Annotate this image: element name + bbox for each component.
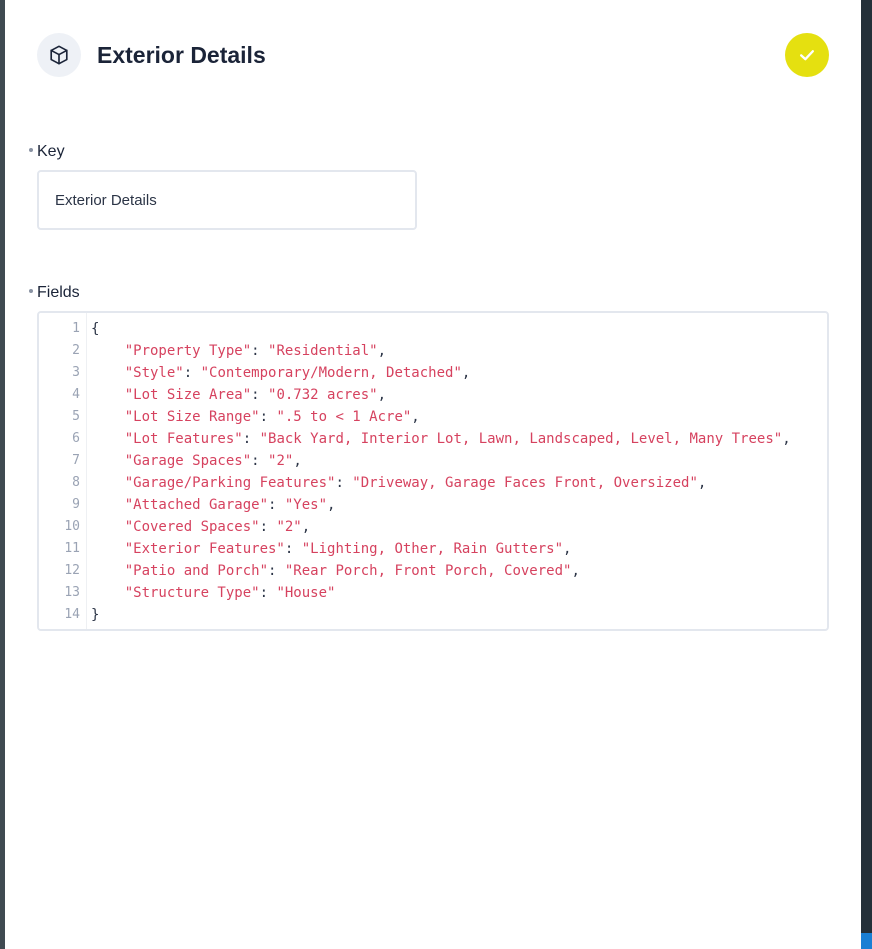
line-number: 6 (72, 431, 80, 446)
json-value: "Lighting, Other, Rain Gutters" (301, 541, 564, 557)
confirm-button[interactable] (785, 33, 829, 77)
code-line: "Attached Garage": "Yes", (124, 497, 336, 513)
json-key: "Structure Type" (124, 585, 260, 601)
json-value: "Residential" (268, 343, 378, 359)
cube-icon (37, 33, 81, 77)
code-line: "Patio and Porch": "Rear Porch, Front Po… (124, 563, 580, 579)
key-input[interactable] (37, 170, 417, 230)
key-label: Key (29, 142, 65, 162)
json-value: "Contemporary/Modern, Detached" (200, 365, 462, 381)
page-title: Exterior Details (97, 42, 266, 68)
code-content[interactable]: { "Property Type": "Residential", "Style… (91, 318, 827, 626)
json-value: "Driveway, Garage Faces Front, Oversized… (352, 475, 698, 491)
line-number: 1 (72, 321, 80, 336)
line-number: 8 (72, 475, 80, 490)
json-value: "Yes" (284, 497, 328, 513)
fields-label: Fields (29, 283, 80, 303)
json-key: "Garage/Parking Features" (124, 475, 336, 491)
json-key: "Style" (124, 365, 184, 381)
code-line: "Lot Size Range": ".5 to < 1 Acre", (124, 409, 420, 425)
code-line: "Garage/Parking Features": "Driveway, Ga… (124, 475, 707, 491)
json-value: "House" (276, 585, 336, 601)
json-value: ".5 to < 1 Acre" (276, 409, 412, 425)
detail-panel: Exterior Details Key Fields 1 2 3 4 5 6 … (5, 0, 861, 949)
code-line: "Structure Type": "House" (124, 585, 336, 601)
fields-code-editor[interactable]: 1 2 3 4 5 6 7 8 9 10 11 12 13 14 { "Prop… (37, 311, 829, 631)
json-key: "Covered Spaces" (124, 519, 260, 535)
json-key: "Attached Garage" (124, 497, 269, 513)
line-number-gutter: 1 2 3 4 5 6 7 8 9 10 11 12 13 14 (39, 313, 87, 629)
line-number: 7 (72, 453, 80, 468)
code-line: "Covered Spaces": "2", (124, 519, 311, 535)
json-key: "Property Type" (124, 343, 252, 359)
code-line: "Garage Spaces": "2", (124, 453, 302, 469)
line-number: 14 (64, 607, 80, 622)
code-line: "Lot Size Area": "0.732 acres", (124, 387, 387, 403)
line-number: 13 (64, 585, 80, 600)
line-number: 11 (64, 541, 80, 556)
line-number: 9 (72, 497, 80, 512)
json-value: "0.732 acres" (268, 387, 378, 403)
json-key: "Lot Size Area" (124, 387, 252, 403)
required-marker (29, 148, 33, 152)
json-value: "2" (268, 453, 294, 469)
check-icon (800, 50, 814, 61)
json-key: "Garage Spaces" (124, 453, 252, 469)
line-number: 5 (72, 409, 80, 424)
line-number: 3 (72, 365, 80, 380)
code-line: "Exterior Features": "Lighting, Other, R… (124, 541, 572, 557)
scrollbar-thumb[interactable] (861, 933, 872, 949)
json-key: "Lot Features" (124, 431, 243, 447)
required-marker (29, 289, 33, 293)
line-number: 2 (72, 343, 80, 358)
code-line: "Property Type": "Residential", (124, 343, 387, 359)
json-key: "Lot Size Range" (124, 409, 260, 425)
json-value: "Back Yard, Interior Lot, Lawn, Landscap… (259, 431, 783, 447)
json-key: "Exterior Features" (124, 541, 285, 557)
right-edge-scrollbar[interactable] (861, 0, 872, 949)
line-number: 10 (64, 519, 80, 534)
code-line: "Style": "Contemporary/Modern, Detached"… (124, 365, 471, 381)
code-line: "Lot Features": "Back Yard, Interior Lot… (124, 431, 791, 447)
json-value: "2" (276, 519, 302, 535)
json-value: "Rear Porch, Front Porch, Covered" (284, 563, 572, 579)
json-key: "Patio and Porch" (124, 563, 269, 579)
line-number: 12 (64, 563, 80, 578)
code-line: } (91, 607, 100, 623)
line-number: 4 (72, 387, 80, 402)
code-line: { (91, 321, 100, 337)
